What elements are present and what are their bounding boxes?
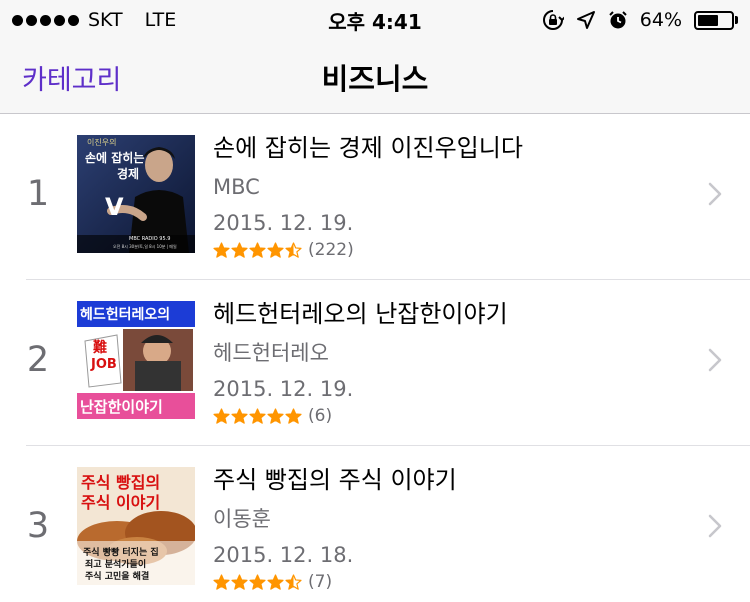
- artwork-text: 경제: [117, 167, 140, 181]
- chevron-right-icon: [708, 348, 722, 372]
- item-info: 손에 잡히는 경제 이진우입니다 MBC 2015. 12. 19. (222): [213, 132, 694, 260]
- artwork-text: JOB: [91, 357, 117, 372]
- star-icon: [249, 407, 266, 424]
- artwork-text: 주식 이야기: [81, 493, 161, 512]
- chevron-right-icon: [708, 514, 722, 538]
- artwork-text: 이진우의: [87, 138, 117, 147]
- star-icon: [213, 573, 230, 590]
- artwork-text: MBC RADIO 95.9: [129, 236, 171, 242]
- chevron-right-icon: [708, 182, 722, 206]
- star-icon: [267, 241, 284, 258]
- star-icon: [249, 573, 266, 590]
- star-icon: [213, 407, 230, 424]
- rating-stars: [213, 407, 302, 425]
- rating: (222): [213, 240, 694, 260]
- rating-count: (222): [308, 240, 354, 260]
- rank-number: 1: [26, 174, 50, 214]
- rating-stars: [213, 573, 302, 591]
- artwork-text: 오전 8시 30분/토,일 8시 10분 | 매일: [113, 244, 177, 249]
- podcast-artwork: 헤드헌터레오의 難 JOB 난잡한이야기: [77, 301, 195, 419]
- rating: (7): [213, 572, 694, 592]
- battery-fill: [698, 14, 719, 26]
- battery-icon: [694, 10, 738, 30]
- svg-text:V: V: [105, 193, 124, 221]
- item-artist: 헤드헌터레오: [213, 341, 329, 365]
- star-icon: [231, 573, 248, 590]
- item-artist: MBC: [213, 175, 260, 199]
- star-icon: [285, 573, 302, 590]
- podcast-artwork: 주식 빵집의 주식 이야기 주식 빵빵 터지는 집 죄고 분석가들이 주식 고민…: [77, 467, 195, 585]
- list-item[interactable]: 1 V 이진우의 손에 잡히는 경제 MBC RADIO 95.9 오전 8시 …: [0, 114, 750, 280]
- star-icon: [213, 241, 230, 258]
- list-item[interactable]: 3 주식 빵집의 주식 이야기 주식 빵빵 터지는 집 죄고 분석가들이 주식 …: [0, 446, 750, 602]
- star-icon: [249, 241, 266, 258]
- artwork-text: 손에 잡히는: [85, 151, 145, 165]
- star-icon: [285, 407, 302, 424]
- navigation-bar: 카테고리 비즈니스: [0, 40, 750, 114]
- item-title: 헤드헌터레오의 난잡한이야기: [213, 300, 508, 328]
- artwork-text: 주식 고민을 해결: [85, 572, 150, 582]
- rating: (6): [213, 406, 694, 426]
- orientation-lock-icon: [542, 10, 564, 30]
- artwork-text: 難: [93, 340, 107, 356]
- back-button[interactable]: 카테고리: [22, 58, 121, 97]
- star-icon: [231, 407, 248, 424]
- star-icon: [267, 407, 284, 424]
- star-icon: [267, 573, 284, 590]
- star-icon: [231, 241, 248, 258]
- podcast-list: 1 V 이진우의 손에 잡히는 경제 MBC RADIO 95.9 오전 8시 …: [0, 114, 750, 602]
- item-title: 손에 잡히는 경제 이진우입니다: [213, 134, 523, 162]
- battery-percent: 64%: [639, 9, 682, 31]
- rating-stars: [213, 241, 302, 259]
- status-right: 64%: [542, 6, 738, 34]
- rank-number: 2: [26, 340, 50, 380]
- item-artist: 이동훈: [213, 507, 271, 531]
- status-bar: SKT LTE 오후 4:41 64%: [0, 0, 750, 40]
- alarm-clock-icon: [609, 11, 627, 29]
- artwork-text: 헤드헌터레오의: [80, 307, 171, 323]
- item-info: 헤드헌터레오의 난잡한이야기 헤드헌터레오 2015. 12. 19. (6): [213, 298, 694, 426]
- item-info: 주식 빵집의 주식 이야기 이동훈 2015. 12. 18. (7): [213, 464, 694, 592]
- item-date: 2015. 12. 19.: [213, 211, 354, 235]
- item-date: 2015. 12. 19.: [213, 377, 354, 401]
- star-icon: [285, 241, 302, 258]
- rating-count: (6): [308, 406, 333, 426]
- rank-number: 3: [26, 506, 50, 546]
- rating-count: (7): [308, 572, 333, 592]
- podcast-artwork: V 이진우의 손에 잡히는 경제 MBC RADIO 95.9 오전 8시 30…: [77, 135, 195, 253]
- location-arrow-icon: [576, 11, 595, 29]
- item-date: 2015. 12. 18.: [213, 543, 354, 567]
- list-item[interactable]: 2 헤드헌터레오의 難 JOB 난잡한이야기 헤드헌터레오의 난잡한이야기 헤드…: [0, 280, 750, 446]
- artwork-text: 난잡한이야기: [80, 398, 163, 416]
- item-title: 주식 빵집의 주식 이야기: [213, 466, 457, 494]
